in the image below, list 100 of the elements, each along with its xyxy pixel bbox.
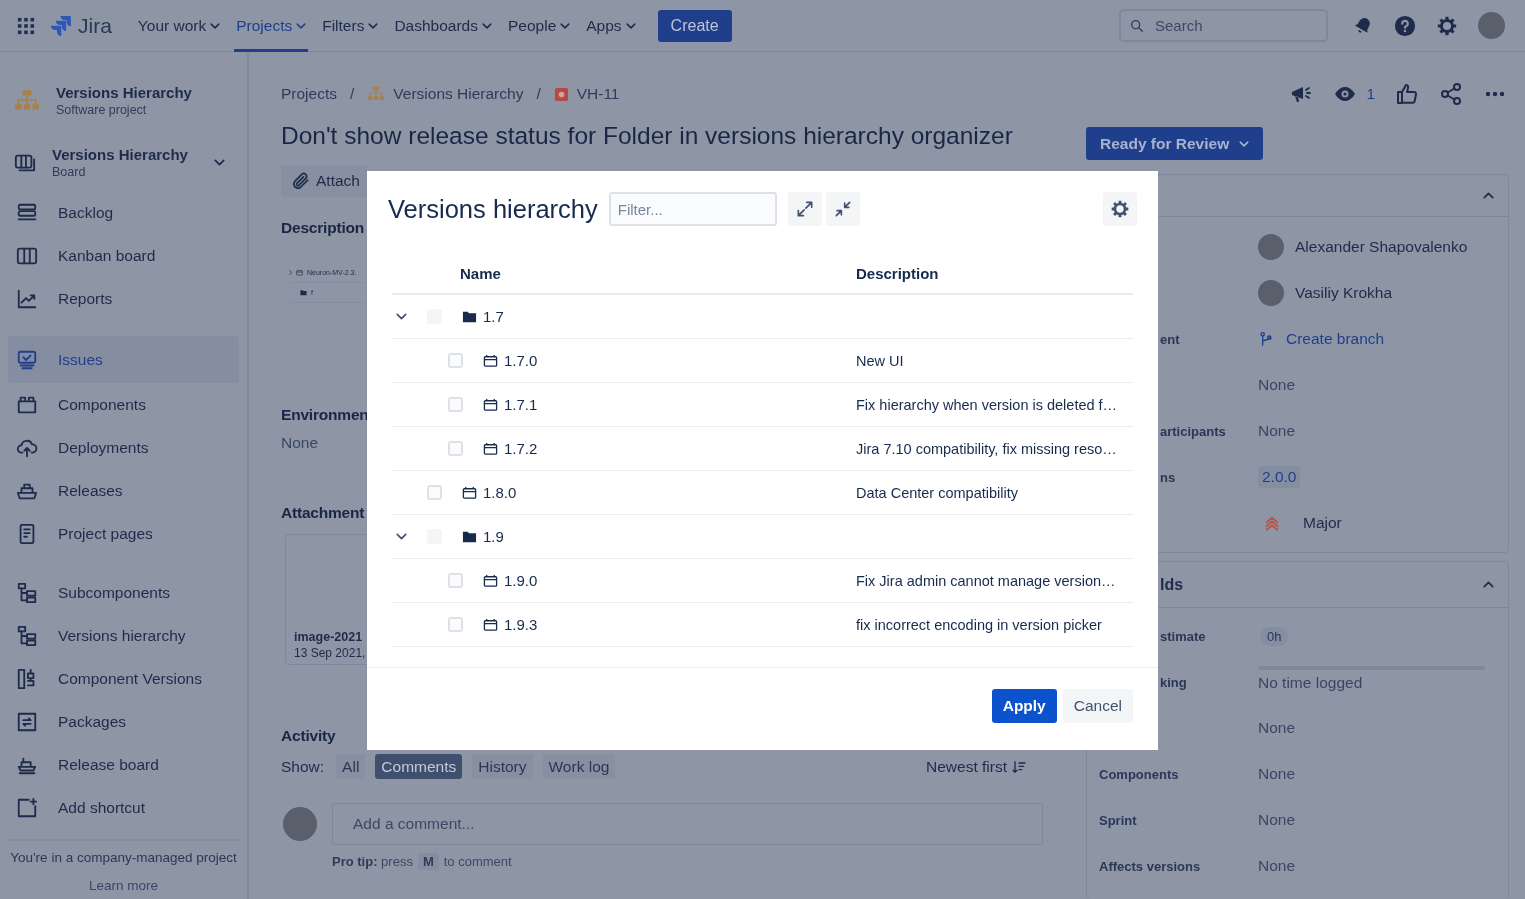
checkbox[interactable] [448,441,463,456]
watch-button[interactable]: 1 [1333,82,1375,106]
nav-menu[interactable]: Your work [135,0,223,52]
caret-icon [368,22,379,29]
collapse-icon[interactable] [1483,581,1494,588]
priority-value: Major [1303,514,1342,532]
tree-icon [16,624,38,647]
sidebar-item[interactable]: Add shortcut [8,786,239,829]
nav-menu[interactable]: Projects [234,0,309,52]
person-name: Vasiliy Krokha [1295,284,1393,302]
package-icon [16,710,38,733]
checkbox[interactable] [448,617,463,632]
help-icon[interactable] [1394,14,1416,37]
dialog-title: Versions hierarchy [388,194,598,224]
sidebar-item[interactable]: Component Versions [8,657,239,700]
calendar-icon [483,397,498,412]
sidebar-item[interactable]: Deployments [8,426,239,469]
sidebar-item[interactable]: Kanban board [8,234,239,277]
issue-type-icon [553,86,569,102]
calendar-icon [483,617,498,632]
version-description: Fix hierarchy when version is deleted f… [856,396,1118,413]
filter-tab[interactable]: Work log [542,754,616,779]
sidebar-item[interactable]: Project pages [8,512,239,555]
field-value: None [281,434,319,452]
apply-button[interactable]: Apply [991,689,1057,723]
project-name: Versions Hierarchy [56,84,192,101]
branch-icon [1258,331,1274,347]
chart-icon [16,287,38,310]
folder-icon [462,309,477,324]
sidebar-item[interactable]: Issues [8,336,239,383]
expand-button[interactable] [787,192,822,226]
app-switcher-icon[interactable] [17,16,35,35]
sidebar-item[interactable]: Releases [8,469,239,512]
sidebar-item[interactable]: Backlog [8,191,239,234]
sidebar-item[interactable]: Components [8,383,239,426]
sort-button[interactable]: Newest first [920,756,1033,777]
comment-field[interactable]: Add a comment... [332,803,1043,845]
sidebar-item[interactable]: Packages [8,700,239,743]
tip-text: to comment [443,854,512,869]
share-icon[interactable] [1439,82,1463,106]
nav-menu[interactable]: Filters [320,0,381,52]
version-tag[interactable]: 2.0.0 [1258,466,1301,488]
checkbox[interactable] [427,485,442,500]
status-button[interactable]: Ready for Review [1086,127,1264,160]
chevron-icon[interactable] [396,533,407,540]
nav-menu[interactable]: Apps [584,0,638,52]
tree-icon [16,581,38,604]
section-heading: Description [281,219,365,237]
field-label: stimate [1160,628,1206,644]
chevron-icon [289,270,292,275]
learn-more-link[interactable]: Learn more [88,878,158,893]
filter-tab[interactable]: Comments [375,754,463,779]
version-description: fix incorrect encoding in version picker [856,616,1102,633]
filter-tab[interactable]: All [336,754,366,779]
settings-button[interactable] [1103,192,1137,226]
sidebar-item[interactable]: Subcomponents [8,571,239,614]
filter-field[interactable]: Filter... [608,192,777,226]
checkbox[interactable] [448,397,463,412]
checkbox[interactable] [448,353,463,368]
create-button[interactable]: Create [657,9,732,42]
field-value: None [1258,857,1296,875]
field-label: Sprint [1099,812,1137,828]
collapse-button[interactable] [825,192,860,226]
sidebar-item[interactable]: Versions hierarchy [8,614,239,657]
breadcrumb-link[interactable]: VH-11 [576,85,620,103]
caret-icon [1239,140,1250,147]
issue-title: Don't show release status for Folder in versions hierarchy organizer [281,121,1013,151]
search-field[interactable]: Search [1119,9,1328,42]
section-heading: Environmen [281,406,369,424]
field-value: No time logged [1258,674,1363,692]
chevron-icon[interactable] [396,313,407,320]
breadcrumb-link[interactable]: Projects [281,85,337,103]
filter-tab[interactable]: History [472,754,533,779]
nav-menu[interactable]: Dashboards [392,0,494,52]
calendar-icon [296,269,303,276]
caret-icon [210,22,221,29]
field-value: None [1258,811,1296,829]
version-name: 1.7.1 [504,396,538,413]
project-type: Software project [56,103,148,117]
sidebar-item[interactable]: Release board [8,743,239,786]
thumbs-up-icon[interactable] [1395,82,1419,106]
board-selector[interactable]: Versions Hierarchy Board [8,146,239,179]
cancel-button[interactable]: Cancel [1062,689,1133,723]
checkbox[interactable] [448,573,463,588]
breadcrumb-link[interactable]: Versions Hierarchy [393,85,524,103]
breadcrumb-separator: / [536,85,541,103]
nav-menu[interactable]: People [506,0,573,52]
caret-icon [296,22,307,29]
calendar-icon [462,485,477,500]
version-description: Jira 7.10 compatibility, fix missing reso… [856,440,1117,457]
avatar [1258,280,1284,306]
sidebar-item[interactable]: Reports [8,277,239,320]
collapse-icon[interactable] [1483,192,1494,199]
settings-icon[interactable] [1436,14,1458,37]
home-link[interactable]: Jira [50,13,112,38]
field-value: None [1258,719,1296,737]
attach-button[interactable]: Attach [281,165,367,197]
column-header: Description [856,265,939,282]
create-branch-link[interactable]: Create branch [1258,330,1385,348]
version-description: Fix Jira admin cannot manage version… [856,572,1116,589]
